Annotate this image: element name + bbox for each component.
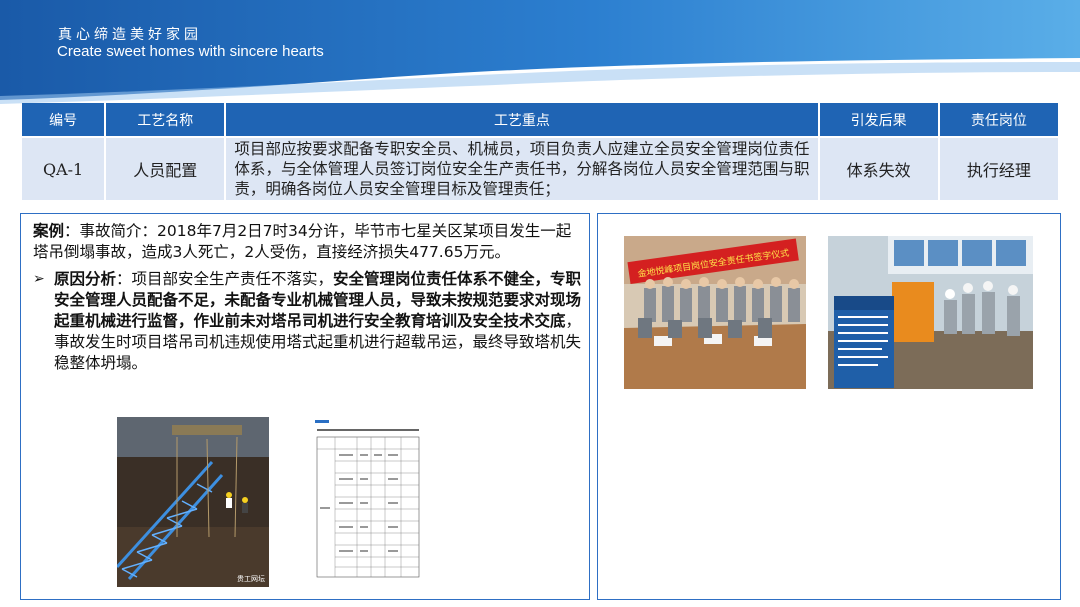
signing-ceremony-photo: 金地悦峰项目岗位安全责任书签字仪式 (624, 236, 806, 389)
slogan-english: Create sweet homes with sincere hearts (57, 43, 324, 60)
cell-consequence: 体系失效 (819, 138, 938, 200)
cell-process-name: 人员配置 (106, 138, 225, 200)
header-responsible-post: 责任岗位 (939, 103, 1058, 136)
crane-photo-credit: 贵工网坛 (237, 575, 265, 583)
table-row: QA-1 人员配置 项目部应按要求配备专职安全员、机械员，项目负责人应建立全员安… (22, 138, 1058, 200)
cell-id: QA-1 (22, 138, 105, 200)
header-id: 编号 (22, 103, 105, 136)
header-banner: 真心缔造美好家园 Create sweet homes with sincere… (0, 0, 1080, 110)
cell-key-points: 项目部应按要求配备专职安全员、机械员，项目负责人应建立全员安全管理岗位责任体系，… (226, 138, 818, 200)
case-summary: 案例：事故简介：2018年7月2日7时34分许，毕节市七星关区某项目发生一起塔吊… (33, 221, 585, 263)
process-table: 编号 工艺名称 工艺重点 引发后果 责任岗位 QA-1 人员配置 项目部应按要求… (20, 101, 1060, 202)
header-key-points: 工艺重点 (226, 103, 818, 136)
slogan-chinese: 真心缔造美好家园 (58, 27, 202, 43)
case-panel: 案例：事故简介：2018年7月2日7时34分许，毕节市七星关区某项目发生一起塔吊… (20, 213, 590, 600)
case-summary-text: ：事故简介：2018年7月2日7时34分许，毕节市七星关区某项目发生一起塔吊倒塌… (33, 222, 572, 261)
header-consequence: 引发后果 (819, 103, 938, 136)
arrow-bullet-icon: ➢ (33, 271, 45, 287)
cause-analysis: ➢ 原因分析：项目部安全生产责任不落实，安全管理岗位责任体系不健全，专职安全管理人… (33, 269, 585, 374)
table-header-row: 编号 工艺名称 工艺重点 引发后果 责任岗位 (22, 103, 1058, 136)
case-label: 案例 (33, 222, 65, 240)
cause-text-1: ：项目部安全生产责任不落实， (116, 270, 334, 288)
crane-collapse-photo: 贵工网坛 (117, 417, 269, 587)
cell-responsible-post: 执行经理 (939, 138, 1058, 200)
site-inspection-photo (828, 236, 1033, 389)
header-process-name: 工艺名称 (106, 103, 225, 136)
case-description: 案例：事故简介：2018年7月2日7时34分许，毕节市七星关区某项目发生一起塔吊… (33, 221, 585, 374)
cause-label: 原因分析 (54, 270, 117, 288)
responsibility-document-image (313, 417, 423, 584)
